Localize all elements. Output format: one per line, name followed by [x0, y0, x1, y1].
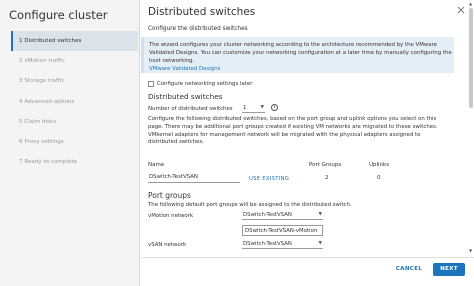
info-icon[interactable]: i [271, 104, 278, 111]
switch-port-groups-value: 2 [325, 175, 329, 181]
column-header-port-groups: Port Groups [309, 162, 342, 168]
content-scroll-area: Distributed switches Configure the distr… [141, 0, 468, 257]
port-groups-heading: Port groups [148, 191, 191, 200]
vsan-switch-select[interactable]: DSwitch-TestVSAN ▼ [242, 240, 323, 249]
column-header-name: Name [148, 162, 165, 168]
distributed-switches-heading: Distributed switches [148, 92, 223, 101]
page-title: Distributed switches [148, 6, 256, 18]
switch-name-input[interactable]: DSwitch-TestVSAN [148, 174, 240, 183]
port-groups-description: The following default port groups will b… [148, 202, 352, 208]
chevron-down-icon: ▼ [260, 105, 264, 110]
wizard-step-distributed-switches[interactable]: 1 Distributed switches [11, 31, 138, 52]
vsan-switch-value: DSwitch-TestVSAN [243, 241, 292, 247]
wizard-title: Configure cluster [9, 8, 108, 22]
vmotion-switch-select[interactable]: DSwitch-TestVSAN ▼ [242, 211, 323, 220]
next-button[interactable]: NEXT [433, 263, 465, 276]
cancel-button[interactable]: CANCEL [391, 263, 427, 276]
column-header-uplinks: Uplinks [369, 162, 390, 168]
wizard-sidebar: Configure cluster 1 Distributed switches… [0, 0, 140, 286]
main-panel: Distributed switches Configure the distr… [141, 0, 474, 286]
chevron-down-icon: ▼ [318, 212, 322, 217]
use-existing-button[interactable]: USE EXISTING [249, 176, 289, 182]
close-icon[interactable] [455, 6, 467, 18]
info-banner-content: The wizard configures your cluster netwo… [149, 41, 454, 73]
vmotion-switch-value: DSwitch-TestVSAN [243, 212, 292, 218]
scroll-up-icon[interactable]: ▲ [469, 1, 472, 6]
wizard-step-vmotion-traffic: 2 vMotion traffic [19, 58, 65, 65]
validated-designs-link[interactable]: VMware Validated Designs [149, 66, 220, 72]
wizard-step-storage-traffic: 3 Storage traffic [19, 78, 65, 85]
info-banner: The wizard configures your cluster netwo… [141, 37, 454, 73]
wizard-step-claim-disks: 5 Claim disks [19, 118, 57, 125]
vmotion-network-label: vMotion network [148, 213, 194, 219]
scrollbar-thumb[interactable] [469, 8, 473, 108]
wizard-step-advanced-options: 4 Advanced options [19, 98, 75, 105]
configure-later-label: Configure networking settings later [157, 80, 253, 87]
wizard-step-ready-to-complete: 7 Ready to complete [19, 159, 78, 166]
scroll-down-icon[interactable]: ▼ [469, 248, 472, 253]
wizard-step-proxy-settings: 6 Proxy settings [19, 138, 64, 145]
info-banner-text: The wizard configures your cluster netwo… [149, 42, 452, 64]
vertical-scrollbar[interactable]: ▲ ▼ [468, 0, 474, 257]
vsan-network-label: vSAN network [148, 242, 187, 248]
wizard-steps: 1 Distributed switches 2 vMotion traffic… [11, 31, 138, 172]
switch-count-value: 1 [243, 105, 247, 111]
vmotion-portgroup-input[interactable]: DSwitch-TestVSAN-vMotion [242, 225, 323, 236]
configure-later-row[interactable]: Configure networking settings later [148, 79, 252, 88]
chevron-down-icon: ▼ [318, 241, 322, 246]
configure-later-checkbox[interactable] [148, 80, 154, 87]
switch-count-label: Number of distributed switches [148, 106, 233, 112]
switch-count-select[interactable]: 1 ▼ [242, 105, 265, 113]
wizard-footer: CANCEL NEXT [141, 257, 474, 286]
page-subtitle: Configure the distributed switches [148, 26, 248, 32]
switches-description: Configure the following distributed swit… [148, 116, 438, 146]
switch-uplinks-value: 0 [377, 175, 381, 181]
